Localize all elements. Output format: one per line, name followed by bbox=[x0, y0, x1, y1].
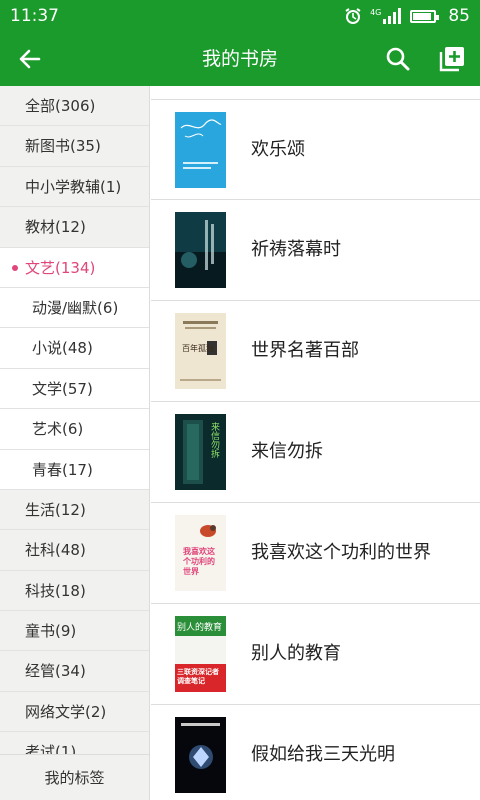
status-bar: 11:37 4G 85 bbox=[0, 0, 480, 32]
cover-title: 百年孤独 bbox=[182, 344, 214, 353]
sidebar-category-item[interactable]: 中小学教辅(1) bbox=[0, 166, 149, 208]
battery-icon bbox=[410, 9, 440, 23]
book-cover: 来信勿拆 bbox=[175, 414, 226, 490]
network-type: 4G bbox=[370, 8, 382, 17]
add-icon bbox=[439, 47, 464, 72]
my-tags-button[interactable]: 我的标签 bbox=[0, 754, 149, 800]
sidebar-category-item[interactable]: 生活(12) bbox=[0, 489, 149, 531]
sidebar-category-item[interactable]: 经管(34) bbox=[0, 651, 149, 692]
search-icon bbox=[386, 47, 410, 71]
book-title: 我喜欢这个功利的世界 bbox=[251, 542, 431, 563]
cover-title: 别人的教育 bbox=[177, 623, 223, 633]
sidebar-category-item[interactable]: 童书(9) bbox=[0, 611, 149, 652]
book-cover: 百年孤独 bbox=[175, 313, 226, 389]
book-title: 祈祷落幕时 bbox=[251, 239, 341, 260]
sidebar-category-item[interactable]: 考试(1) bbox=[0, 732, 149, 754]
book-item[interactable]: 假如给我三天光明 bbox=[151, 704, 480, 800]
book-cover: 我喜欢这个功利的世界 bbox=[175, 515, 226, 591]
sidebar-category-item[interactable]: 小说(48) bbox=[0, 328, 149, 369]
sidebar-category-item[interactable]: 艺术(6) bbox=[0, 409, 149, 450]
sidebar-category-item[interactable]: 全部(306) bbox=[0, 86, 149, 127]
book-cover bbox=[175, 717, 226, 793]
sidebar-category-item[interactable]: 文艺(134) bbox=[0, 247, 149, 288]
alarm-icon bbox=[344, 7, 362, 25]
search-button[interactable] bbox=[378, 39, 418, 79]
book-item[interactable]: 别人的教育 三联资深记者调查笔记 别人的教育 bbox=[151, 603, 480, 703]
sidebar-category-item[interactable]: 网络文学(2) bbox=[0, 691, 149, 733]
book-title: 别人的教育 bbox=[251, 643, 341, 664]
battery-level: 85 bbox=[448, 6, 470, 26]
book-cover: 别人的教育 三联资深记者调查笔记 bbox=[175, 616, 226, 692]
book-item[interactable]: 祈祷落幕时 bbox=[151, 199, 480, 299]
sidebar-category-item[interactable]: 科技(18) bbox=[0, 570, 149, 612]
book-item[interactable]: 百年孤独 世界名著百部 bbox=[151, 300, 480, 400]
status-icons: 4G 85 bbox=[344, 6, 470, 26]
category-list: 全部(306) 新图书(35) 中小学教辅(1) 教材(12) 文艺(134) 动漫/幽默… bbox=[0, 86, 149, 754]
status-time: 11:37 bbox=[10, 6, 59, 26]
book-item[interactable]: 来信勿拆 来信勿拆 bbox=[151, 401, 480, 501]
sidebar-category-item[interactable]: 社科(48) bbox=[0, 530, 149, 571]
app-bar: 我的书房 bbox=[0, 32, 480, 86]
book-cover bbox=[175, 212, 226, 288]
sidebar-category-item[interactable]: 新图书(35) bbox=[0, 126, 149, 167]
category-sidebar: 全部(306) 新图书(35) 中小学教辅(1) 教材(12) 文艺(134) 动漫/幽默… bbox=[0, 86, 150, 800]
book-item[interactable]: 我喜欢这个功利的世界 我喜欢这个功利的世界 bbox=[151, 502, 480, 602]
book-title: 欢乐颂 bbox=[251, 139, 305, 160]
book-title: 世界名著百部 bbox=[251, 340, 359, 361]
book-item[interactable]: 欢乐颂 bbox=[151, 99, 480, 199]
sidebar-category-item[interactable]: 教材(12) bbox=[0, 207, 149, 248]
sidebar-category-item[interactable]: 青春(17) bbox=[0, 449, 149, 490]
sidebar-category-item[interactable]: 文学(57) bbox=[0, 368, 149, 410]
sidebar-category-item[interactable]: 动漫/幽默(6) bbox=[0, 287, 149, 329]
book-cover bbox=[175, 112, 226, 188]
cover-subtitle: 三联资深记者调查笔记 bbox=[177, 668, 219, 685]
book-list: 欢乐颂 祈祷落幕时 百年孤独 世界名著百部 来信勿拆 来信勿拆 我喜欢这个功利的… bbox=[151, 86, 480, 800]
book-title: 假如给我三天光明 bbox=[251, 744, 395, 765]
book-title: 来信勿拆 bbox=[251, 441, 323, 462]
back-arrow-icon bbox=[19, 49, 41, 69]
cover-title: 我喜欢这个功利的世界 bbox=[183, 547, 215, 576]
signal-icon: 4G bbox=[370, 8, 402, 24]
cover-title: 来信勿拆 bbox=[209, 422, 219, 458]
back-button[interactable] bbox=[10, 39, 50, 79]
add-book-button[interactable] bbox=[432, 39, 472, 79]
